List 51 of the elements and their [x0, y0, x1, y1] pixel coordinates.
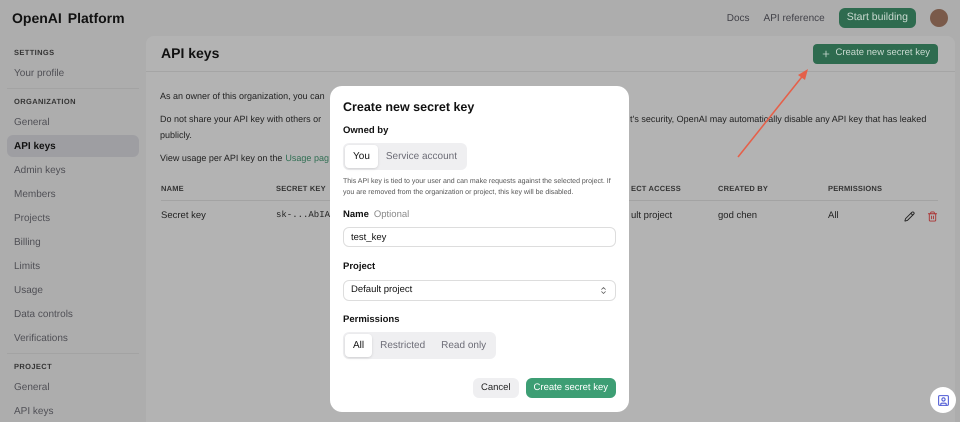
- sidebar-item[interactable]: General: [7, 376, 139, 398]
- optional-hint: Optional: [374, 208, 410, 222]
- create-key-button[interactable]: Create new secret key: [813, 44, 938, 64]
- segment-option[interactable]: Restricted: [372, 334, 434, 358]
- segment-option[interactable]: All: [345, 334, 372, 358]
- create-secret-key-button[interactable]: Create secret key: [526, 378, 616, 398]
- sidebar-item[interactable]: API keys: [7, 400, 139, 422]
- sidebar-item[interactable]: Projects: [7, 207, 139, 229]
- permissions-label: Permissions: [343, 313, 400, 327]
- intro-text: Do not share your API key with others or: [160, 114, 322, 124]
- intro-text: As an owner of this organization, you can: [160, 91, 325, 101]
- contact-card-icon: [936, 394, 950, 406]
- usage-page-link[interactable]: Usage pag: [285, 152, 329, 162]
- sidebar-item[interactable]: API keys: [7, 135, 139, 157]
- nav-link[interactable]: Docs: [726, 10, 750, 26]
- sidebar-item[interactable]: Billing: [7, 231, 139, 253]
- name-label: Name: [343, 208, 369, 222]
- segment-option[interactable]: You: [345, 145, 378, 168]
- sidebar-item[interactable]: Verifications: [7, 327, 139, 349]
- dialog-title: Create new secret key: [343, 99, 476, 116]
- intro-text: View usage per API key on the: [160, 152, 282, 162]
- plus-icon: [821, 48, 832, 58]
- logo-text: OpenAI: [12, 8, 62, 28]
- owned-by-label: Owned by: [343, 124, 390, 138]
- cancel-button[interactable]: Cancel: [472, 378, 519, 398]
- project-select[interactable]: Default project: [343, 280, 616, 301]
- name-field[interactable]: test_key: [343, 227, 616, 248]
- intro-text: publicly.: [160, 129, 193, 142]
- nav-link[interactable]: API reference: [764, 10, 825, 26]
- sidebar-item[interactable]: Your profile: [7, 62, 139, 84]
- segment-option[interactable]: Read only: [433, 334, 494, 358]
- table-cell-text: god chen: [718, 209, 758, 224]
- avatar[interactable]: [930, 9, 948, 27]
- start-building-button[interactable]: Start building: [838, 8, 916, 28]
- table-cell-text: sk-...AbIA: [276, 209, 330, 222]
- trash-icon[interactable]: [927, 210, 938, 222]
- table-cell-text: All: [828, 209, 840, 224]
- table-cell-text: ult project: [631, 209, 674, 224]
- edit-icon[interactable]: [904, 210, 915, 222]
- project-label: Project: [343, 260, 376, 274]
- sidebar-item[interactable]: Admin keys: [7, 159, 139, 181]
- table-cell-text: Secret key: [161, 209, 207, 224]
- sidebar-item[interactable]: Limits: [7, 255, 139, 277]
- sidebar-item[interactable]: Members: [7, 183, 139, 205]
- page-title: API keys: [161, 44, 220, 63]
- segment-option[interactable]: Service account: [378, 145, 466, 168]
- sidebar-item[interactable]: Data controls: [7, 303, 139, 325]
- sidebar-item[interactable]: General: [7, 111, 139, 133]
- sidebar-item[interactable]: Usage: [7, 279, 139, 301]
- product-name: Platform: [68, 8, 125, 28]
- chevron-icon: [599, 286, 608, 295]
